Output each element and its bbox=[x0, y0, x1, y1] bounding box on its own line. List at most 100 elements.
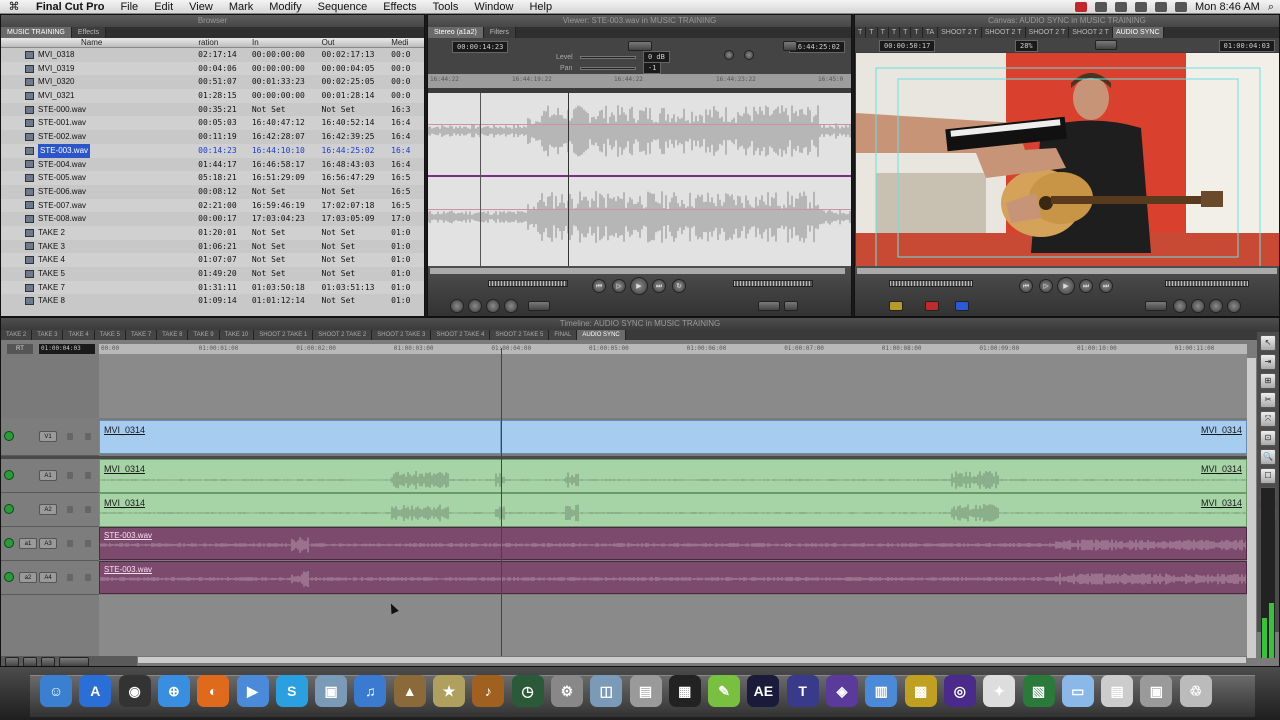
browser-row[interactable]: TAKE 4 01:07:07 Not Set Not Set 01:0 bbox=[1, 253, 424, 267]
timeline-horizontal-scrollbar[interactable] bbox=[137, 656, 1247, 664]
lock-icon[interactable] bbox=[67, 472, 73, 479]
canvas-sequence-tab[interactable]: TA bbox=[922, 27, 939, 38]
column-duration[interactable]: ration bbox=[198, 38, 252, 47]
pan-value[interactable]: -1 bbox=[643, 62, 662, 74]
view-popup[interactable] bbox=[783, 41, 797, 51]
lock-icon[interactable] bbox=[67, 433, 73, 440]
tool-button[interactable]: ⊞ bbox=[1260, 373, 1276, 389]
timeline-vertical-scrollbar[interactable] bbox=[1247, 358, 1256, 658]
tool-button[interactable]: 🔍 bbox=[1260, 449, 1276, 465]
photo-booth-icon[interactable]: ▧ bbox=[1022, 675, 1055, 707]
battery-icon[interactable] bbox=[1175, 2, 1187, 12]
scanner-icon[interactable]: ▤ bbox=[629, 675, 662, 707]
menu-modify[interactable]: Modify bbox=[261, 1, 309, 13]
canvas-sequence-tab[interactable]: T bbox=[866, 27, 878, 38]
browser-row[interactable]: STE-001.wav 00:05:03 16:40:47:12 16:40:52:1… bbox=[1, 116, 424, 131]
clip-a1[interactable]: MVI_0314 MVI_0314 bbox=[99, 459, 1247, 493]
finder-icon[interactable]: ☺ bbox=[40, 675, 72, 707]
canvas-sequence-tab[interactable]: SHOOT 2 T bbox=[1025, 27, 1070, 38]
menu-help[interactable]: Help bbox=[521, 1, 560, 13]
viewer-playhead[interactable] bbox=[568, 93, 569, 267]
track-patch-a3[interactable]: A3 bbox=[39, 538, 57, 549]
clip-a3[interactable]: STE-003.wav bbox=[99, 527, 1247, 560]
insert-edit-button[interactable] bbox=[889, 301, 903, 311]
column-in[interactable]: In bbox=[252, 38, 322, 47]
menu-file[interactable]: File bbox=[112, 1, 146, 13]
play-around-button[interactable]: ⏭ bbox=[652, 279, 666, 293]
canvas-play-button[interactable]: ▶ bbox=[1057, 277, 1075, 295]
browser-row[interactable]: STE-006.wav 00:08:12 Not Set Not Set 16:5 bbox=[1, 185, 424, 199]
time-machine-icon[interactable]: ◷ bbox=[511, 675, 544, 707]
volume-icon[interactable] bbox=[1155, 2, 1167, 12]
browser-row[interactable]: STE-008.wav 00:00:17 17:03:04:23 17:03:05:0… bbox=[1, 212, 424, 226]
time-machine-status-icon[interactable] bbox=[1095, 2, 1107, 12]
viewer-duration-timecode[interactable]: 00:00:14:23 bbox=[452, 41, 509, 53]
dashboard-icon[interactable]: ◉ bbox=[118, 675, 151, 707]
match-frame-button[interactable] bbox=[450, 299, 464, 313]
viewer-ruler[interactable]: 16:44:22 16:44:19:22 16:44:22 16:44:23:2… bbox=[428, 74, 851, 88]
browser-row[interactable]: TAKE 5 01:49:20 Not Set Not Set 01:0 bbox=[1, 267, 424, 281]
bluetooth-icon[interactable] bbox=[1115, 2, 1127, 12]
overwrite-edit-button[interactable] bbox=[925, 301, 939, 311]
sequence-tab[interactable]: TAKE 2 bbox=[1, 330, 33, 340]
recent-clips-popup[interactable] bbox=[784, 301, 798, 311]
canvas-mark-in-button[interactable] bbox=[1173, 299, 1187, 313]
firefox-icon[interactable]: ◐ bbox=[197, 675, 230, 707]
empty-video-area[interactable] bbox=[99, 354, 1247, 418]
clip-a4[interactable]: STE-003.wav bbox=[99, 561, 1247, 594]
track-patch-a4[interactable]: A4 bbox=[39, 572, 57, 583]
canvas-shuttle[interactable] bbox=[889, 280, 973, 287]
column-media[interactable]: Medi bbox=[391, 38, 424, 47]
play-button[interactable]: ▶ bbox=[630, 277, 648, 295]
lock-icon[interactable] bbox=[67, 540, 73, 547]
timeline-current-timecode[interactable]: 01:00:04:03 bbox=[39, 344, 95, 354]
viewer-shuttle[interactable] bbox=[488, 280, 568, 287]
tool-button[interactable]: ☐ bbox=[1260, 468, 1276, 484]
play-in-out-button[interactable]: ▷ bbox=[612, 279, 626, 293]
menu-mark[interactable]: Mark bbox=[221, 1, 261, 13]
pencil-icon[interactable]: ✎ bbox=[708, 675, 741, 707]
canvas-duration-timecode[interactable]: 00:00:50:17 bbox=[879, 40, 936, 52]
audio-waveform-view[interactable] bbox=[428, 93, 851, 267]
canvas-prev-edit-button[interactable]: ⏮ bbox=[1019, 279, 1033, 293]
next-edit-button[interactable]: ↻ bbox=[672, 279, 686, 293]
sequence-tab[interactable]: SHOOT 2 TAKE 1 bbox=[254, 330, 314, 340]
browser-row[interactable]: MVI_0319 00:04:06 00:00:00:00 00:00:04:05 00… bbox=[1, 61, 424, 76]
browser-row[interactable]: STE-003.wav 00:14:23 16:44:10:10 16:44:25:0… bbox=[1, 143, 424, 158]
canvas-sequence-tab[interactable]: T bbox=[855, 27, 867, 38]
source-patch-a1[interactable]: a1 bbox=[19, 538, 37, 549]
canvas-sequence-tab[interactable]: T bbox=[877, 27, 889, 38]
clapper-icon[interactable]: ▦ bbox=[668, 675, 701, 707]
canvas-current-timecode[interactable]: 01:00:04:03 bbox=[1218, 40, 1275, 52]
canvas-sequence-tab[interactable]: T bbox=[900, 27, 912, 38]
canvas-sequence-tab[interactable]: AUDIO SYNC bbox=[1112, 27, 1164, 38]
canvas-next-edit-button[interactable]: ⏭ bbox=[1099, 279, 1113, 293]
track-visibility-icon[interactable] bbox=[4, 431, 14, 441]
keyframe-button[interactable] bbox=[528, 301, 550, 311]
empty-audio-area[interactable] bbox=[99, 595, 1247, 656]
browser-row[interactable]: STE-007.wav 02:21:00 16:59:46:19 17:02:07:1… bbox=[1, 198, 424, 213]
canvas-sequence-tab[interactable]: SHOOT 2 T bbox=[938, 27, 982, 38]
tool-button[interactable]: ✂ bbox=[1260, 392, 1276, 408]
canvas-sequence-tab[interactable]: SHOOT 2 T bbox=[1069, 27, 1113, 38]
sequence-tab[interactable]: SHOOT 2 TAKE 2 bbox=[313, 330, 373, 340]
rt-popup[interactable]: RT bbox=[7, 344, 33, 354]
sequence-tab[interactable]: TAKE 9 bbox=[188, 330, 220, 340]
timeline-ruler[interactable]: 00:00 01:00:01:00 01:00:02:00 01:00:03:00 01… bbox=[99, 344, 1247, 354]
preview-icon[interactable]: ▣ bbox=[315, 675, 348, 707]
canvas-keyframe-button[interactable] bbox=[1145, 301, 1167, 311]
sequence-tab[interactable]: AUDIO SYNC bbox=[577, 330, 626, 340]
system-preferences-icon[interactable]: ⚙ bbox=[550, 675, 583, 707]
canvas-video-frame[interactable] bbox=[856, 53, 1279, 283]
documents-stack-icon[interactable]: ▤ bbox=[1101, 675, 1134, 707]
grapher-icon[interactable]: ✦ bbox=[983, 675, 1016, 707]
garageband-icon[interactable]: ♪ bbox=[472, 675, 505, 707]
after-effects-icon[interactable]: AE bbox=[747, 675, 780, 707]
itunes-icon[interactable]: ♫ bbox=[354, 675, 387, 707]
column-out[interactable]: Out bbox=[322, 38, 392, 47]
menu-view[interactable]: View bbox=[181, 1, 221, 13]
lock-icon[interactable] bbox=[67, 574, 73, 581]
prev-edit-button[interactable]: ⏮ bbox=[592, 279, 606, 293]
sequence-tab[interactable]: SHOOT 2 TAKE 5 bbox=[490, 330, 550, 340]
sequence-tab[interactable]: SHOOT 2 TAKE 4 bbox=[431, 330, 491, 340]
